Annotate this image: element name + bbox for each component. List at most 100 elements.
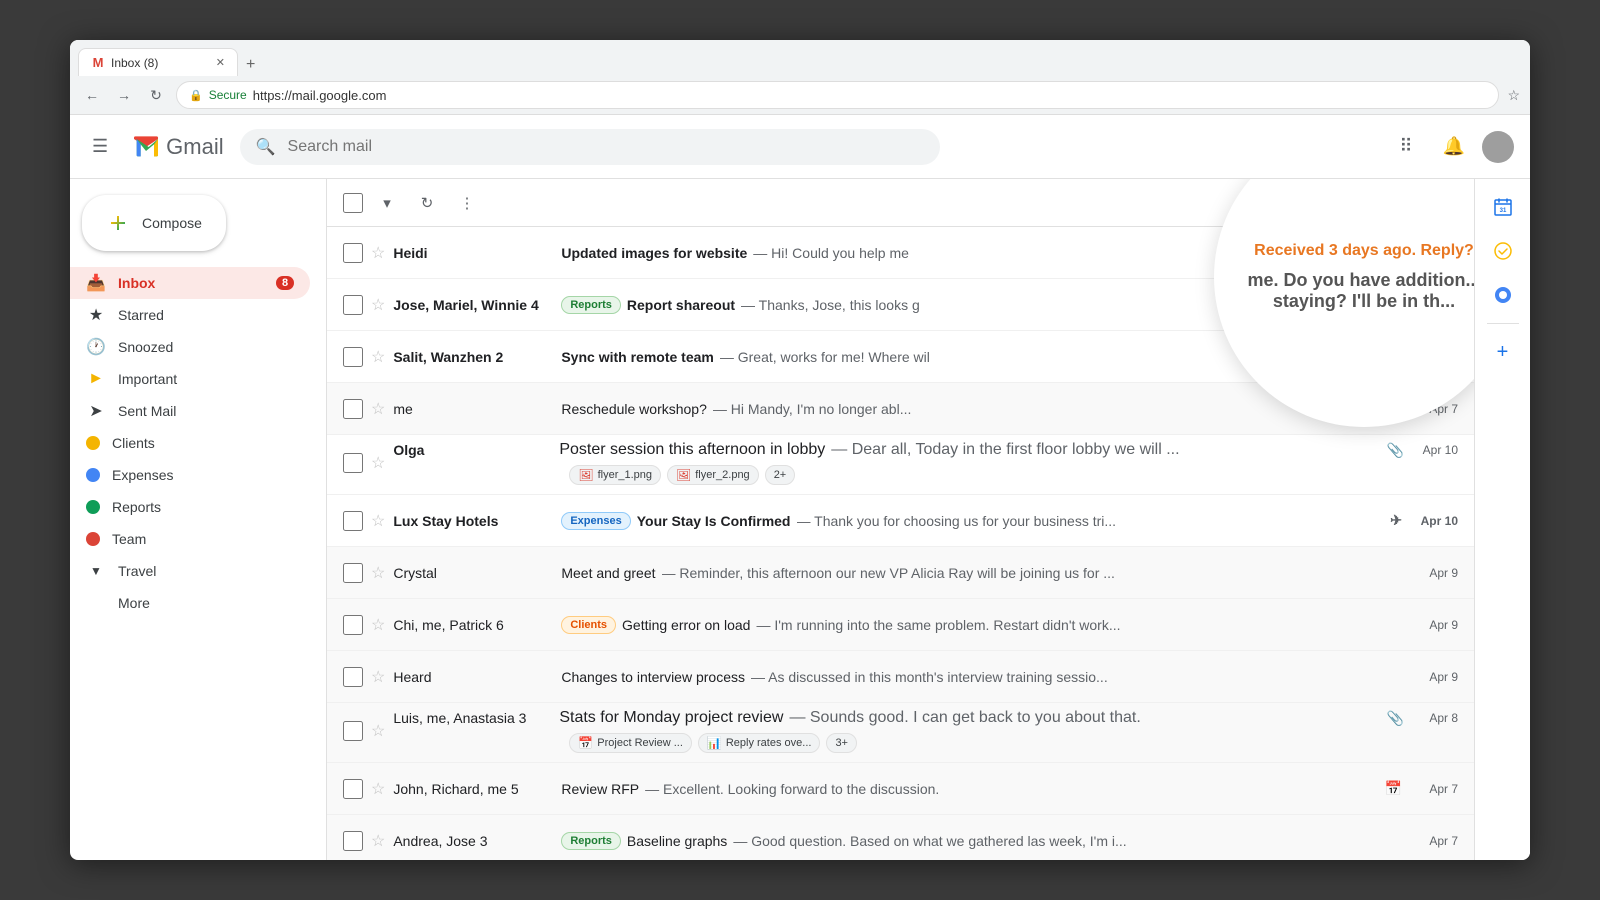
email-subject: Updated images for website <box>561 245 747 261</box>
bookmark-button[interactable]: ☆ <box>1507 87 1520 104</box>
email-checkbox[interactable] <box>343 399 363 419</box>
email-checkbox[interactable] <box>343 563 363 583</box>
star-button[interactable]: ☆ <box>371 721 385 741</box>
sidebar-item-inbox[interactable]: 📥 Inbox 8 <box>70 267 310 299</box>
expenses-label: Expenses <box>112 467 294 483</box>
email-checkbox[interactable] <box>343 667 363 687</box>
email-row[interactable]: ☆ Lux Stay Hotels Expenses Your Stay Is … <box>327 495 1474 547</box>
sidebar-item-more[interactable]: More <box>70 587 310 619</box>
email-content: Sync with remote team — Great, works for… <box>561 349 1402 365</box>
calendar-chip-icon: 📅 <box>578 736 593 750</box>
new-tab-button[interactable]: + <box>238 56 263 74</box>
star-button[interactable]: ☆ <box>371 295 385 315</box>
star-button[interactable]: ☆ <box>371 667 385 687</box>
email-checkbox[interactable] <box>343 295 363 315</box>
email-row[interactable]: ☆ Crystal Meet and greet — Reminder, thi… <box>327 547 1474 599</box>
email-subject: Meet and greet <box>561 565 655 581</box>
star-button[interactable]: ☆ <box>371 243 385 263</box>
more-attachments-chip[interactable]: 3+ <box>826 733 857 753</box>
sidebar-item-important[interactable]: ► Important <box>70 363 310 395</box>
next-page-button[interactable]: › <box>1445 190 1458 216</box>
star-button[interactable]: ☆ <box>371 347 385 367</box>
compose-button[interactable]: Compose <box>82 195 226 251</box>
more-count: 3+ <box>835 737 848 749</box>
email-checkbox[interactable] <box>343 243 363 263</box>
attachment-chip[interactable]: 🖼 flyer_2.png <box>667 465 759 485</box>
email-preview: — Hi Mandy, I'm no longer abl... <box>713 401 912 417</box>
sent-indicator: Sent <box>1375 401 1402 416</box>
secure-badge: Secure <box>209 88 247 102</box>
more-options-button[interactable]: ⋮ <box>451 187 483 219</box>
sidebar-item-expenses[interactable]: Expenses <box>70 459 310 491</box>
attachment-chip[interactable]: 📅 Project Review ... <box>569 733 692 753</box>
email-row[interactable]: ☆ Olga Poster session this afternoon in … <box>327 435 1474 495</box>
menu-hamburger-button[interactable]: ☰ <box>86 130 114 163</box>
email-row[interactable]: ☆ Luis, me, Anastasia 3 Stats for Monday… <box>327 703 1474 763</box>
google-keep-button[interactable] <box>1483 275 1523 315</box>
back-button[interactable]: ← <box>80 83 104 107</box>
star-button[interactable]: ☆ <box>371 779 385 799</box>
sender: Heidi <box>393 245 553 261</box>
star-button[interactable]: ☆ <box>371 563 385 583</box>
email-checkbox[interactable] <box>343 453 363 473</box>
search-bar[interactable]: 🔍 <box>240 129 940 165</box>
email-row[interactable]: ☆ John, Richard, me 5 Review RFP — Excel… <box>327 763 1474 815</box>
select-all-checkbox[interactable] <box>343 193 363 213</box>
browser-tab[interactable]: M Inbox (8) ✕ <box>78 48 238 76</box>
search-input[interactable] <box>288 138 924 156</box>
apps-grid-button[interactable]: ⠿ <box>1386 127 1426 167</box>
email-content: Meet and greet — Reminder, this afternoo… <box>561 565 1402 581</box>
email-preview: — Thanks, Jose, this looks g <box>741 297 920 313</box>
notifications-button[interactable]: 🔔 <box>1434 127 1474 167</box>
email-label-chip: Reports <box>561 832 621 850</box>
email-row[interactable]: ☆ me Reschedule workshop? — Hi Mandy, I'… <box>327 383 1474 435</box>
refresh-emails-button[interactable]: ↻ <box>411 187 443 219</box>
image-chip-icon: 🖼 <box>676 468 691 482</box>
star-button[interactable]: ☆ <box>371 399 385 419</box>
add-apps-button[interactable]: + <box>1483 332 1523 372</box>
tab-close-btn[interactable]: ✕ <box>216 56 225 69</box>
email-subject: Reschedule workshop? <box>561 401 707 417</box>
more-attachments-chip[interactable]: 2+ <box>765 465 796 485</box>
google-calendar-button[interactable]: 31 <box>1483 187 1523 227</box>
star-button[interactable]: ☆ <box>371 453 385 473</box>
sidebar-item-reports[interactable]: Reports <box>70 491 310 523</box>
sidebar-item-travel[interactable]: ▼ Travel <box>70 555 310 587</box>
email-date: Apr 7 <box>1410 834 1458 848</box>
address-bar: 🔒 Secure https://mail.google.com <box>176 81 1499 109</box>
email-subject: Review RFP <box>561 781 639 797</box>
email-subject: Stats for Monday project review <box>559 709 783 727</box>
attachment-chip-label: Project Review ... <box>597 737 683 749</box>
sidebar-item-sent[interactable]: ➤ Sent Mail <box>70 395 310 427</box>
email-row[interactable]: ☆ Heidi Updated images for website — Hi!… <box>327 227 1474 279</box>
attachment-chips: 📅 Project Review ... 📊 Reply rates ove..… <box>569 731 1458 753</box>
email-row[interactable]: ☆ Heard Changes to interview process — A… <box>327 651 1474 703</box>
gmail-logo[interactable]: Gmail <box>130 131 223 163</box>
refresh-button[interactable]: ↻ <box>144 83 168 107</box>
sidebar-item-clients[interactable]: Clients <box>70 427 310 459</box>
attachment-chip[interactable]: 🖼 flyer_1.png <box>569 465 661 485</box>
google-tasks-button[interactable] <box>1483 231 1523 271</box>
star-button[interactable]: ☆ <box>371 831 385 851</box>
select-dropdown-button[interactable]: ▾ <box>371 187 403 219</box>
star-button[interactable]: ☆ <box>371 615 385 635</box>
email-checkbox[interactable] <box>343 721 363 741</box>
email-checkbox[interactable] <box>343 511 363 531</box>
travel-expand-icon: ▼ <box>86 564 106 578</box>
email-row[interactable]: ☆ Chi, me, Patrick 6 Clients Getting err… <box>327 599 1474 651</box>
user-avatar[interactable] <box>1482 131 1514 163</box>
sidebar-item-team[interactable]: Team <box>70 523 310 555</box>
email-checkbox[interactable] <box>343 615 363 635</box>
email-row[interactable]: ☆ Salit, Wanzhen 2 Sync with remote team… <box>327 331 1474 383</box>
sidebar-item-starred[interactable]: ★ Starred <box>70 299 310 331</box>
email-row[interactable]: ☆ Jose, Mariel, Winnie 4 Reports Report … <box>327 279 1474 331</box>
attachment-chip[interactable]: 📊 Reply rates ove... <box>698 733 821 753</box>
email-row[interactable]: ☆ Andrea, Jose 3 Reports Baseline graphs… <box>327 815 1474 860</box>
star-button[interactable]: ☆ <box>371 511 385 531</box>
email-checkbox[interactable] <box>343 831 363 851</box>
sidebar-item-snoozed[interactable]: 🕐 Snoozed <box>70 331 310 363</box>
inbox-label: Inbox <box>118 275 264 291</box>
email-checkbox[interactable] <box>343 779 363 799</box>
email-checkbox[interactable] <box>343 347 363 367</box>
forward-button[interactable]: → <box>112 83 136 107</box>
